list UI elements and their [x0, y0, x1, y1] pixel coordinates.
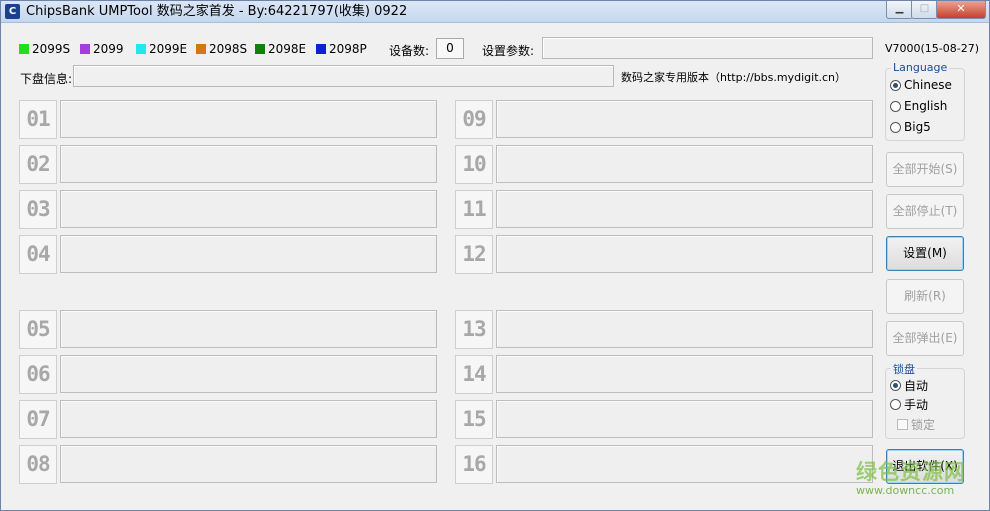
- language-option-english[interactable]: English: [890, 99, 947, 113]
- app-window: C ChipsBank UMPTool 数码之家首发 - By:64221797…: [0, 0, 990, 511]
- lock-option-label: 手动: [904, 398, 929, 412]
- legend-swatch: [196, 44, 206, 54]
- legend-label: 2098P: [329, 42, 367, 56]
- refresh-button[interactable]: 刷新(R): [886, 279, 964, 314]
- port-slot-08: [60, 445, 437, 483]
- slot-number: 16: [455, 445, 493, 484]
- port-slot-11: [496, 190, 873, 228]
- lock-checkbox-label: 锁定: [911, 418, 936, 432]
- legend-item-2099: 2099: [80, 42, 124, 56]
- legend-label: 2098E: [268, 42, 307, 56]
- port-slot-06: [60, 355, 437, 393]
- legend-label: 2098S: [209, 42, 248, 56]
- language-option-chinese[interactable]: Chinese: [890, 78, 952, 92]
- slot-number: 12: [455, 235, 493, 274]
- legend-swatch: [136, 44, 146, 54]
- device-count-value: 0: [436, 38, 464, 59]
- slot-number: 09: [455, 100, 493, 139]
- port-slot-16: [496, 445, 873, 483]
- slot-number: 11: [455, 190, 493, 229]
- language-option-label: Chinese: [904, 78, 952, 92]
- legend-item-2099e: 2099E: [136, 42, 187, 56]
- lock-option-manual[interactable]: 手动: [890, 396, 928, 413]
- legend-swatch: [255, 44, 265, 54]
- slot-number: 05: [19, 310, 57, 349]
- port-slot-14: [496, 355, 873, 393]
- slot-number: 02: [19, 145, 57, 184]
- eject-all-button[interactable]: 全部弹出(E): [886, 321, 964, 356]
- minimize-button[interactable]: ▁: [886, 1, 913, 19]
- watermark-url: www.downcc.com: [856, 484, 955, 497]
- maximize-button: □: [911, 1, 938, 19]
- lock-option-label: 自动: [904, 379, 929, 393]
- watermark-text: 绿色资源网: [856, 460, 966, 484]
- language-option-label: Big5: [904, 120, 931, 134]
- port-slot-09: [496, 100, 873, 138]
- settings-params-label: 设置参数:: [482, 44, 535, 58]
- checkbox-icon[interactable]: [897, 419, 908, 430]
- disk-info-field: [73, 65, 614, 87]
- slot-number: 08: [19, 445, 57, 484]
- lock-checkbox[interactable]: 锁定: [897, 416, 935, 433]
- port-slot-12: [496, 235, 873, 273]
- slot-number: 04: [19, 235, 57, 274]
- settings-params-field: [542, 37, 873, 59]
- chipsbank-app-icon[interactable]: C: [5, 4, 20, 19]
- radio-icon[interactable]: [890, 121, 901, 133]
- legend-item-2098e: 2098E: [255, 42, 306, 56]
- radio-icon[interactable]: [890, 399, 901, 410]
- port-slot-03: [60, 190, 437, 228]
- legend-label: 2099S: [32, 42, 71, 56]
- port-slot-05: [60, 310, 437, 348]
- stop-all-button[interactable]: 全部停止(T): [886, 194, 964, 229]
- slot-number: 06: [19, 355, 57, 394]
- edition-note: 数码之家专用版本（http://bbs.mydigit.cn）: [621, 71, 847, 84]
- port-slot-02: [60, 145, 437, 183]
- lock-option-auto[interactable]: 自动: [890, 377, 928, 394]
- title-bar[interactable]: C ChipsBank UMPTool 数码之家首发 - By:64221797…: [1, 1, 989, 23]
- legend-label: 2099: [93, 42, 124, 56]
- port-slot-10: [496, 145, 873, 183]
- device-count-label: 设备数:: [389, 44, 430, 58]
- slot-number: 10: [455, 145, 493, 184]
- language-option-big5[interactable]: Big5: [890, 120, 931, 134]
- legend-item-2099s: 2099S: [19, 42, 70, 56]
- legend-label: 2099E: [149, 42, 188, 56]
- slot-number: 14: [455, 355, 493, 394]
- port-slot-15: [496, 400, 873, 438]
- radio-icon[interactable]: [890, 100, 901, 112]
- port-slot-13: [496, 310, 873, 348]
- legend-swatch: [316, 44, 326, 54]
- close-button[interactable]: ✕: [936, 1, 986, 19]
- legend-item-2098p: 2098P: [316, 42, 367, 56]
- slot-number: 03: [19, 190, 57, 229]
- legend-item-2098s: 2098S: [196, 42, 247, 56]
- start-all-button[interactable]: 全部开始(S): [886, 152, 964, 187]
- legend-swatch: [19, 44, 29, 54]
- radio-selected-icon[interactable]: [890, 380, 901, 391]
- slot-number: 07: [19, 400, 57, 439]
- watermark-logo: 绿色资源网 www.downcc.com: [856, 456, 986, 497]
- legend-swatch: [80, 44, 90, 54]
- window-title: ChipsBank UMPTool 数码之家首发 - By:64221797(收…: [26, 4, 408, 19]
- disk-info-label: 下盘信息:: [20, 72, 73, 86]
- version-label: V7000(15-08-27): [885, 42, 980, 55]
- port-slot-01: [60, 100, 437, 138]
- lock-group-title: 锁盘: [891, 361, 917, 377]
- port-slot-07: [60, 400, 437, 438]
- port-slot-04: [60, 235, 437, 273]
- language-option-label: English: [904, 99, 948, 113]
- slot-number: 13: [455, 310, 493, 349]
- slot-number: 15: [455, 400, 493, 439]
- radio-selected-icon[interactable]: [890, 79, 901, 91]
- settings-button[interactable]: 设置(M): [886, 236, 964, 271]
- slot-number: 01: [19, 100, 57, 139]
- language-group-title: Language: [891, 61, 950, 74]
